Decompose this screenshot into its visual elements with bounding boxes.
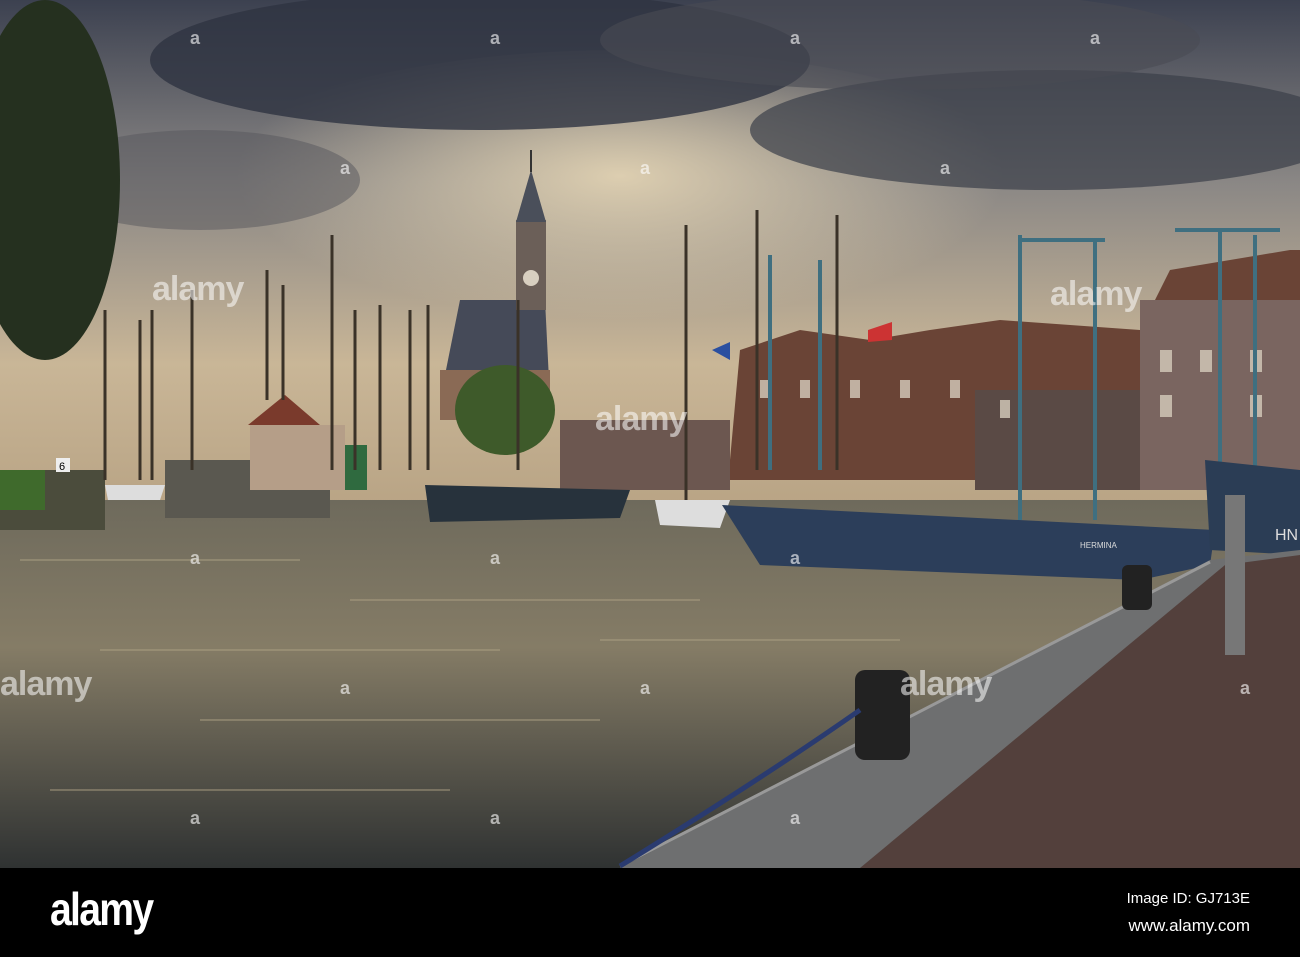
- watermark-letter: a: [190, 808, 201, 828]
- alamy-logo[interactable]: alamy: [50, 882, 154, 936]
- image-id: Image ID: GJ713E: [1126, 890, 1250, 907]
- watermark-letter: a: [490, 548, 501, 568]
- watermark-letter: a: [190, 548, 201, 568]
- watermark-letter: a: [1240, 678, 1251, 698]
- watermark: alamy: [0, 665, 92, 703]
- website-link[interactable]: www.alamy.com: [1128, 916, 1250, 936]
- boat-registration: HN: [1275, 527, 1298, 544]
- watermark-letter: a: [490, 808, 501, 828]
- footer-bar: alamy Image ID: GJ713E www.alamy.com: [0, 868, 1300, 957]
- watermark-letter: a: [790, 808, 801, 828]
- watermark: alamy: [152, 270, 244, 308]
- watermark: alamy: [1050, 275, 1142, 313]
- boat-name: HERMINA: [1080, 541, 1118, 550]
- watermark-letter: a: [640, 158, 651, 178]
- stock-photo-page: 6 HERMINA HN alamy alamy alamy alamy ala…: [0, 0, 1300, 957]
- watermark-letter: a: [190, 28, 201, 48]
- watermark-letter: a: [490, 28, 501, 48]
- watermark-letter: a: [640, 678, 651, 698]
- watermark-letter: a: [790, 28, 801, 48]
- lock-sign: 6: [59, 461, 65, 473]
- watermark: alamy: [900, 665, 992, 703]
- watermark-letter: a: [1090, 28, 1101, 48]
- watermark-letter: a: [340, 158, 351, 178]
- watermark-letter: a: [790, 548, 801, 568]
- watermark-letter: a: [940, 158, 951, 178]
- watermark: alamy: [595, 400, 687, 438]
- watermark-letter: a: [340, 678, 351, 698]
